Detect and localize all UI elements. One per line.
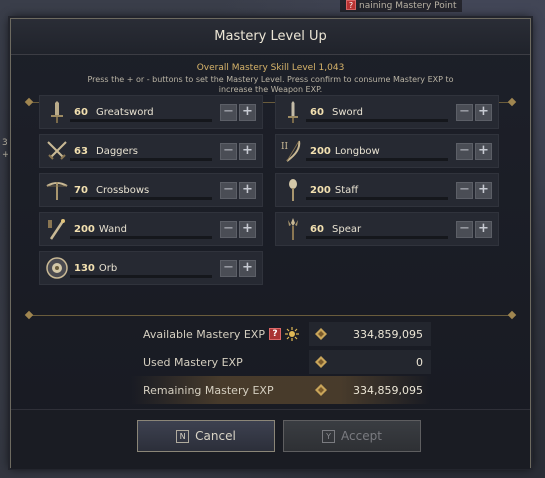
help-icon[interactable]: ? bbox=[268, 328, 281, 340]
increase-level-button[interactable]: + bbox=[239, 221, 256, 238]
crossbow-icon bbox=[44, 177, 70, 203]
mastery-exp-icon bbox=[315, 384, 327, 396]
dialog-title: Mastery Level Up bbox=[11, 19, 530, 55]
skill-exp-bar bbox=[70, 275, 212, 278]
exp-summary: Available Mastery EXP ? 334,859,095 Used… bbox=[131, 320, 431, 404]
decrease-level-button[interactable]: − bbox=[456, 104, 473, 121]
skill-level: 130 bbox=[74, 262, 95, 274]
increase-level-button[interactable]: + bbox=[475, 104, 492, 121]
decrease-level-button[interactable]: − bbox=[220, 143, 237, 160]
remaining-exp-label: Remaining Mastery EXP bbox=[143, 383, 274, 397]
skill-exp-bar bbox=[70, 158, 212, 161]
mastery-skill-longbow: II 200 Longbow − + bbox=[275, 134, 499, 168]
available-exp-label: Available Mastery EXP bbox=[143, 327, 265, 341]
instruction-text: Press the + or - buttons to set the Mast… bbox=[87, 75, 454, 94]
increase-level-button[interactable]: + bbox=[239, 143, 256, 160]
decrease-level-button[interactable]: − bbox=[456, 143, 473, 160]
badge-text: naining Mastery Point bbox=[359, 1, 457, 11]
remaining-exp-value: 334,859,095 bbox=[353, 383, 423, 397]
decrease-level-button[interactable]: − bbox=[456, 182, 473, 199]
skill-name: Sword bbox=[332, 106, 363, 118]
increase-level-button[interactable]: + bbox=[239, 104, 256, 121]
increase-level-button[interactable]: + bbox=[475, 143, 492, 160]
mastery-exp-icon bbox=[315, 328, 327, 340]
wand-icon bbox=[44, 216, 70, 242]
daggers-icon bbox=[44, 138, 70, 164]
mastery-level-up-dialog: Mastery Level Up Overall Mastery Skill L… bbox=[10, 18, 531, 469]
mastery-skill-greatsword: 60 Greatsword − + bbox=[39, 95, 263, 129]
skill-name: Greatsword bbox=[96, 106, 154, 118]
skills-grid: 60 Greatsword − + 60 Sword − + 63 Dagger… bbox=[39, 95, 501, 285]
mastery-exp-icon bbox=[315, 356, 327, 368]
used-exp-value: 0 bbox=[416, 355, 423, 369]
skill-name: Longbow bbox=[334, 145, 380, 157]
mastery-skill-sword: 60 Sword − + bbox=[275, 95, 499, 129]
available-exp-value: 334,859,095 bbox=[353, 327, 423, 341]
mastery-skill-spear: 60 Spear − + bbox=[275, 212, 499, 246]
remaining-points-badge: ? naining Mastery Point bbox=[340, 0, 463, 12]
decrease-level-button[interactable]: − bbox=[456, 221, 473, 238]
sword-icon bbox=[280, 99, 306, 125]
dialog-footer: N Cancel Y Accept bbox=[11, 409, 530, 469]
staff-icon bbox=[280, 177, 306, 203]
mastery-skill-wand: 200 Wand − + bbox=[39, 212, 263, 246]
mastery-skill-crossbows: 70 Crossbows − + bbox=[39, 173, 263, 207]
decrease-level-button[interactable]: − bbox=[220, 182, 237, 199]
skill-level: 200 bbox=[310, 145, 331, 157]
increase-level-button[interactable]: + bbox=[239, 182, 256, 199]
skill-level: 200 bbox=[310, 184, 331, 196]
skill-name: Crossbows bbox=[96, 184, 150, 196]
used-exp-label: Used Mastery EXP bbox=[143, 355, 243, 369]
help-icon: ? bbox=[346, 0, 356, 10]
skill-exp-bar bbox=[306, 197, 448, 200]
skill-level: 60 bbox=[310, 223, 324, 235]
divider bbox=[29, 315, 512, 316]
mastery-skill-daggers: 63 Daggers − + bbox=[39, 134, 263, 168]
skill-exp-bar bbox=[70, 197, 212, 200]
keybind-y: Y bbox=[322, 429, 336, 443]
skill-name: Spear bbox=[332, 223, 362, 235]
available-exp-row: Available Mastery EXP ? 334,859,095 bbox=[131, 320, 431, 348]
skill-level: 200 bbox=[74, 223, 95, 235]
longbow-icon: II bbox=[280, 138, 306, 164]
increase-level-button[interactable]: + bbox=[475, 182, 492, 199]
skill-level: 70 bbox=[74, 184, 88, 196]
svg-text:II: II bbox=[281, 142, 289, 152]
decrease-level-button[interactable]: − bbox=[220, 260, 237, 277]
skill-exp-bar bbox=[306, 158, 448, 161]
skill-exp-bar bbox=[306, 236, 448, 239]
increase-level-button[interactable]: + bbox=[475, 221, 492, 238]
decrease-level-button[interactable]: − bbox=[220, 104, 237, 121]
orb-icon bbox=[44, 255, 70, 281]
cancel-button[interactable]: N Cancel bbox=[137, 420, 275, 452]
mastery-skill-orb: 130 Orb − + bbox=[39, 251, 263, 285]
skill-level: 60 bbox=[310, 106, 324, 118]
skill-exp-bar bbox=[306, 119, 448, 122]
keybind-n: N bbox=[176, 429, 190, 443]
accept-button[interactable]: Y Accept bbox=[283, 420, 421, 452]
bg-number: 3 bbox=[2, 138, 8, 148]
skill-level: 60 bbox=[74, 106, 88, 118]
used-exp-row: Used Mastery EXP 0 bbox=[131, 348, 431, 376]
mastery-skill-staff: 200 Staff − + bbox=[275, 173, 499, 207]
overall-mastery-level: Overall Mastery Skill Level 1,043 bbox=[196, 63, 345, 73]
skill-exp-bar bbox=[70, 119, 212, 122]
skill-name: Daggers bbox=[96, 145, 138, 157]
accept-label: Accept bbox=[341, 429, 382, 443]
skill-name: Wand bbox=[98, 223, 127, 235]
greatsword-icon bbox=[44, 99, 70, 125]
remaining-exp-row: Remaining Mastery EXP 334,859,095 bbox=[131, 376, 431, 404]
sun-icon bbox=[284, 327, 299, 341]
skill-name: Staff bbox=[334, 184, 359, 196]
decrease-level-button[interactable]: − bbox=[220, 221, 237, 238]
skill-name: Orb bbox=[98, 262, 118, 274]
cancel-label: Cancel bbox=[195, 429, 236, 443]
skill-level: 63 bbox=[74, 145, 88, 157]
skill-exp-bar bbox=[70, 236, 212, 239]
increase-level-button[interactable]: + bbox=[239, 260, 256, 277]
spear-icon bbox=[280, 216, 306, 242]
